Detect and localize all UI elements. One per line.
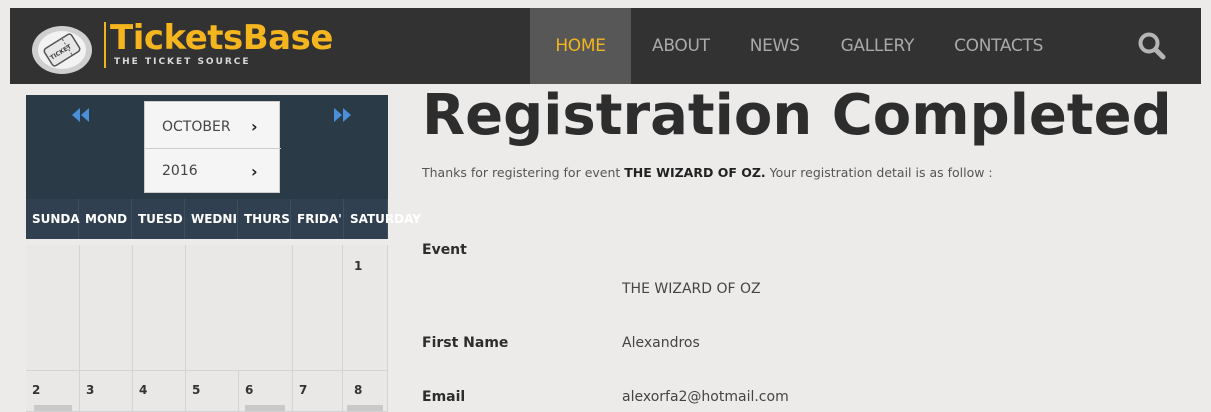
day-marker bbox=[347, 405, 383, 411]
weekday-label: THURS bbox=[238, 199, 291, 239]
calendar-day[interactable] bbox=[80, 245, 133, 371]
main-nav: HOME ABOUT NEWS GALLERY CONTACTS bbox=[530, 8, 1043, 84]
calendar-header: OCTOBER › 2016 › bbox=[26, 95, 388, 199]
email-value: alexorfa2@hotmail.com bbox=[622, 389, 789, 405]
day-number: 3 bbox=[86, 383, 95, 397]
calendar-day[interactable] bbox=[26, 245, 80, 371]
calendar-day[interactable]: 4 bbox=[133, 371, 186, 412]
intro-suffix: Your registration detail is as follow : bbox=[765, 165, 993, 180]
calendar-day[interactable] bbox=[186, 245, 293, 371]
nav-home[interactable]: HOME bbox=[530, 8, 631, 84]
intro-prefix: Thanks for registering for event bbox=[422, 165, 625, 180]
calendar-day[interactable]: 6 bbox=[239, 371, 293, 412]
day-number: 4 bbox=[139, 383, 148, 397]
nav-news[interactable]: NEWS bbox=[750, 8, 800, 84]
calendar-day[interactable] bbox=[293, 245, 343, 371]
logo-divider bbox=[104, 22, 106, 68]
first-name-value: Alexandros bbox=[622, 335, 700, 351]
chevron-right-icon: › bbox=[251, 117, 258, 136]
first-name-label: First Name bbox=[422, 335, 509, 351]
day-marker bbox=[245, 405, 285, 411]
calendar-day[interactable]: 8 bbox=[343, 371, 388, 412]
day-number: 7 bbox=[299, 383, 308, 397]
day-number: 5 bbox=[192, 383, 201, 397]
page-title: Registration Completed bbox=[422, 83, 1172, 148]
month-year-selector: OCTOBER › 2016 › bbox=[144, 101, 281, 193]
day-number: 8 bbox=[354, 383, 363, 397]
registration-message: Thanks for registering for event THE WIZ… bbox=[422, 165, 993, 180]
double-chevron-right-icon[interactable] bbox=[331, 105, 353, 129]
calendar-day[interactable]: 1 bbox=[343, 245, 388, 371]
top-navbar: TICKET TicketsBase THE TICKET SOURCE HOM… bbox=[10, 8, 1201, 84]
weekday-label: MOND bbox=[79, 199, 132, 239]
search-icon[interactable] bbox=[1136, 30, 1168, 62]
ticket-logo-icon: TICKET bbox=[32, 26, 92, 74]
event-value: THE WIZARD OF OZ bbox=[622, 281, 761, 297]
weekday-label: FRIDA' bbox=[291, 199, 344, 239]
weekday-label: SATURDAY bbox=[344, 199, 421, 239]
nav-gallery[interactable]: GALLERY bbox=[841, 8, 915, 84]
event-calendar: OCTOBER › 2016 › SUNDA MOND TUESD WEDNI … bbox=[26, 95, 421, 412]
calendar-day[interactable]: 2 bbox=[26, 371, 80, 412]
brand-tagline: THE TICKET SOURCE bbox=[114, 57, 251, 67]
month-label: OCTOBER bbox=[162, 118, 231, 135]
calendar-day[interactable] bbox=[133, 245, 186, 371]
event-name-inline: THE WIZARD OF OZ. bbox=[624, 165, 766, 180]
weekday-label: SUNDA bbox=[26, 199, 80, 239]
nav-about[interactable]: ABOUT bbox=[652, 8, 710, 84]
day-number: 6 bbox=[245, 383, 254, 397]
day-marker bbox=[34, 405, 72, 411]
event-label: Event bbox=[422, 242, 467, 258]
calendar-grid: 1 2 3 4 5 6 7 8 bbox=[26, 245, 388, 412]
year-select[interactable]: 2016 › bbox=[145, 149, 281, 193]
double-chevron-left-icon[interactable] bbox=[70, 105, 92, 129]
email-label: Email bbox=[422, 389, 466, 405]
calendar-day[interactable]: 5 bbox=[186, 371, 239, 412]
chevron-right-icon: › bbox=[251, 161, 258, 181]
year-label: 2016 bbox=[162, 163, 198, 179]
nav-contacts[interactable]: CONTACTS bbox=[954, 8, 1043, 84]
brand-name[interactable]: TicketsBase bbox=[110, 18, 333, 58]
day-number: 2 bbox=[32, 383, 41, 397]
weekday-header: SUNDA MOND TUESD WEDNI THURS FRIDA' SATU… bbox=[26, 199, 421, 239]
weekday-label: WEDNI bbox=[185, 199, 238, 239]
weekday-label: TUESD bbox=[132, 199, 185, 239]
calendar-day[interactable]: 3 bbox=[80, 371, 133, 412]
day-number: 1 bbox=[354, 259, 363, 273]
calendar-day[interactable]: 7 bbox=[293, 371, 343, 412]
month-select[interactable]: OCTOBER › bbox=[145, 105, 281, 149]
